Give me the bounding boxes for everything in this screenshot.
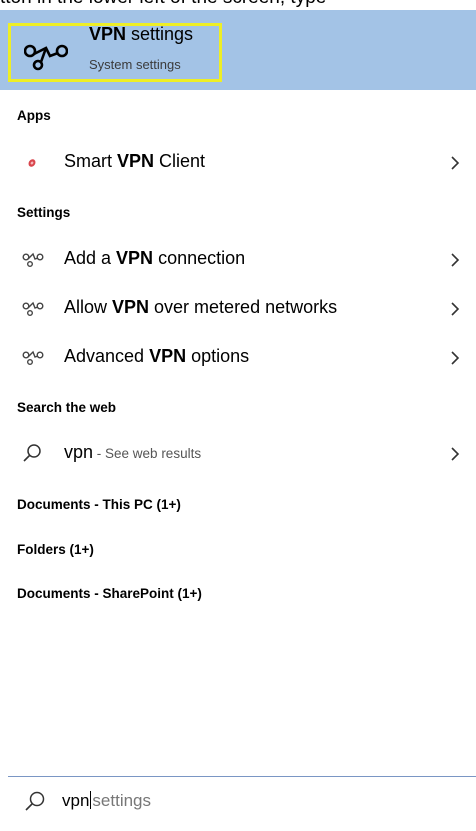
best-match-vpn-settings[interactable]: VPN settings System settings: [0, 10, 476, 90]
vpn-icon: [22, 252, 44, 267]
background-text-fragment: tton in the lower left of the screen, ty…: [0, 0, 476, 10]
background-text: tton in the lower left of the screen, ty…: [0, 0, 326, 9]
search-icon: [23, 444, 41, 462]
chevron-right-icon: [451, 156, 460, 170]
settings-item-advanced-vpn-options[interactable]: Advanced VPN options: [0, 335, 476, 379]
best-match-subtitle: System settings: [89, 57, 181, 72]
app-item-label: Smart VPN Client: [64, 151, 206, 171]
web-search-label: vpn - See web results: [64, 442, 202, 462]
category-documents-this-pc[interactable]: Documents - This PC (1+): [17, 497, 181, 512]
app-item-smart-vpn-client[interactable]: Smart VPN Client: [0, 140, 476, 184]
search-box[interactable]: vpn settings: [8, 776, 476, 831]
settings-item-label: Advanced VPN options: [64, 346, 250, 366]
section-settings: Settings: [17, 205, 71, 220]
chevron-right-icon: [451, 447, 460, 461]
settings-item-allow-vpn-metered[interactable]: Allow VPN over metered networks: [0, 286, 476, 330]
section-search-the-web: Search the web: [17, 400, 117, 415]
search-icon: [25, 791, 45, 811]
vpn-icon: [22, 301, 44, 316]
category-folders[interactable]: Folders (1+): [17, 542, 94, 557]
settings-item-label: Add a VPN connection: [64, 248, 246, 268]
vpn-icon: [24, 44, 68, 71]
best-match-title: VPN settings: [89, 24, 194, 44]
chevron-right-icon: [451, 253, 460, 267]
search-input[interactable]: vpn settings: [62, 791, 151, 811]
smart-vpn-client-icon: [28, 159, 36, 167]
settings-item-add-vpn-connection[interactable]: Add a VPN connection: [0, 237, 476, 281]
settings-item-label: Allow VPN over metered networks: [64, 297, 338, 317]
vpn-icon: [22, 350, 44, 365]
category-documents-sharepoint[interactable]: Documents - SharePoint (1+): [17, 586, 202, 601]
section-apps: Apps: [17, 108, 51, 123]
chevron-right-icon: [451, 351, 460, 365]
web-search-result[interactable]: vpn - See web results: [0, 431, 476, 475]
chevron-right-icon: [451, 302, 460, 316]
